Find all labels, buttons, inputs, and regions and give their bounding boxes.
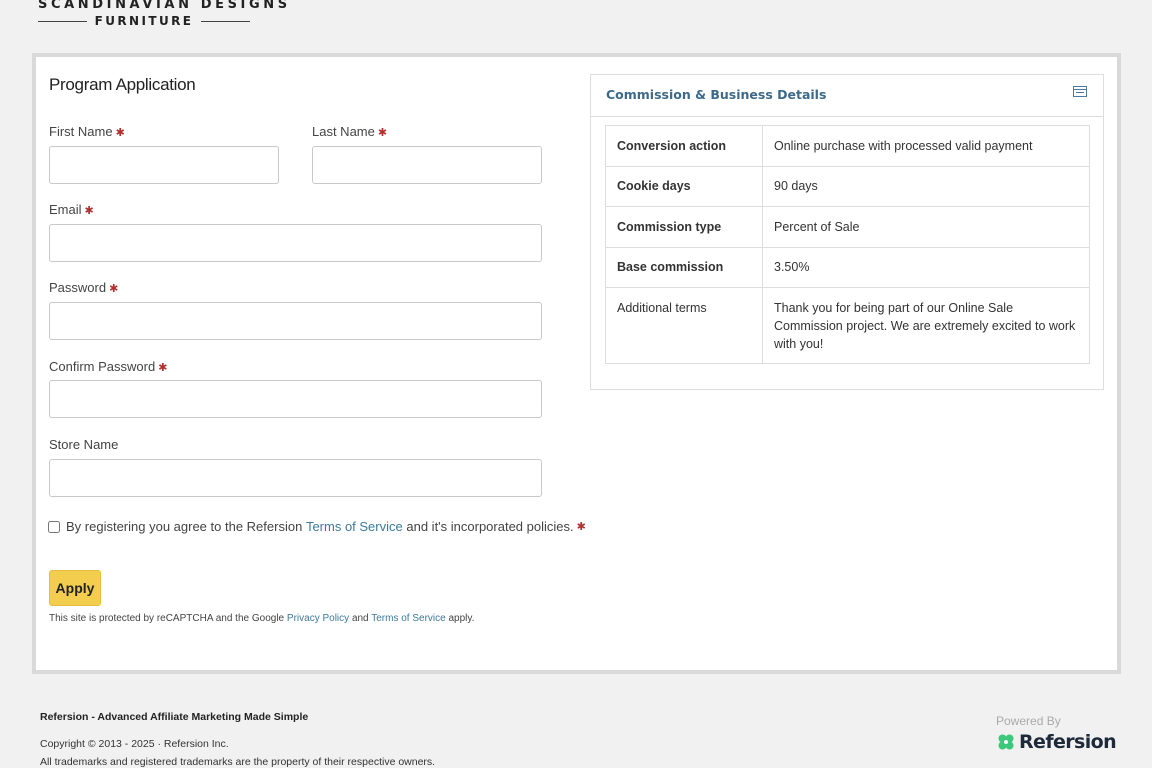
- terms-suffix: and it's incorporated policies.: [406, 519, 574, 534]
- recaptcha-and: and: [351, 613, 369, 624]
- brand-name: SCANDINAVIAN DESIGNS: [38, 0, 291, 12]
- store-name-label: Store Name: [49, 437, 119, 452]
- last-name-label-text: Last Name: [312, 124, 375, 139]
- required-mark: ✱: [576, 521, 586, 533]
- row-key: Cookie days: [605, 165, 763, 207]
- email-label-text: Email: [49, 202, 82, 217]
- privacy-policy-link[interactable]: Privacy Policy: [287, 613, 349, 624]
- panel-header: Commission & Business Details: [591, 75, 1103, 117]
- password-field[interactable]: [49, 302, 542, 340]
- refersion-clover-icon: [998, 734, 1014, 750]
- required-mark: ✱: [377, 127, 388, 139]
- application-card: Program Application First Name ✱ Last Nam…: [32, 53, 1121, 674]
- terms-checkbox[interactable]: [48, 520, 60, 533]
- table-row: Conversion action Online purchase with p…: [605, 125, 1090, 167]
- required-mark: ✱: [109, 283, 119, 295]
- password-label: Password ✱: [49, 280, 118, 295]
- refersion-logo[interactable]: Refersion: [996, 731, 1117, 753]
- brand-subline: FURNITURE: [38, 14, 251, 28]
- first-name-label-text: First Name: [49, 124, 113, 139]
- confirm-password-label: Confirm Password ✱: [49, 359, 167, 374]
- recaptcha-notice: This site is protected by reCAPTCHA and …: [49, 613, 474, 624]
- confirm-password-field[interactable]: [49, 380, 542, 418]
- confirm-password-label-text: Confirm Password: [49, 359, 156, 374]
- store-name-field[interactable]: [49, 459, 542, 497]
- terms-agreement: By registering you agree to the Refersio…: [48, 519, 586, 534]
- footer-copyright: Copyright © 2013 - 2025 · Refersion Inc.: [40, 738, 229, 750]
- brand-divider-left: [38, 20, 87, 22]
- row-value: Online purchase with processed valid pay…: [762, 125, 1090, 167]
- commission-details-panel: Commission & Business Details Conversion…: [590, 74, 1104, 390]
- brand-logo: SCANDINAVIAN DESIGNS FURNITURE: [38, 0, 291, 28]
- footer-trademarks: All trademarks and registered trademarks…: [40, 756, 436, 768]
- brand-subtitle: FURNITURE: [94, 14, 194, 28]
- last-name-field[interactable]: [312, 146, 542, 184]
- powered-by-label: Powered By: [996, 714, 1061, 728]
- row-value: Percent of Sale: [762, 206, 1090, 248]
- row-value: Thank you for being part of our Online S…: [762, 287, 1090, 364]
- brand-divider-right: [201, 20, 251, 22]
- terms-of-service-link[interactable]: Terms of Service: [306, 519, 403, 534]
- table-row: Additional terms Thank you for being par…: [605, 287, 1090, 364]
- apply-button[interactable]: Apply: [49, 570, 101, 606]
- first-name-field[interactable]: [49, 146, 279, 184]
- row-value: 90 days: [762, 165, 1090, 207]
- required-mark: ✱: [158, 362, 168, 374]
- table-row: Base commission 3.50%: [605, 246, 1090, 288]
- recaptcha-suffix: apply.: [448, 613, 475, 624]
- panel-title: Commission & Business Details: [606, 87, 827, 102]
- required-mark: ✱: [84, 205, 94, 217]
- row-key: Base commission: [605, 246, 763, 288]
- row-key: Commission type: [605, 206, 763, 248]
- email-field[interactable]: [49, 224, 542, 262]
- id-card-icon: [1073, 86, 1087, 97]
- last-name-label: Last Name ✱: [312, 124, 387, 139]
- row-key: Additional terms: [605, 287, 763, 364]
- refersion-wordmark: Refersion: [1019, 731, 1117, 753]
- terms-text: By registering you agree to the Refersio…: [66, 519, 303, 534]
- table-row: Commission type Percent of Sale: [605, 206, 1090, 248]
- footer-title: Refersion - Advanced Affiliate Marketing…: [40, 711, 309, 723]
- table-row: Cookie days 90 days: [605, 165, 1090, 207]
- required-mark: ✱: [115, 127, 125, 139]
- first-name-label: First Name ✱: [49, 124, 125, 139]
- commission-details-table: Conversion action Online purchase with p…: [605, 125, 1090, 364]
- password-label-text: Password: [49, 280, 107, 295]
- email-label: Email ✱: [49, 202, 94, 217]
- recaptcha-text: This site is protected by reCAPTCHA and …: [49, 613, 285, 624]
- form-title: Program Application: [49, 75, 196, 94]
- row-value: 3.50%: [762, 246, 1090, 288]
- recaptcha-terms-link[interactable]: Terms of Service: [371, 613, 445, 624]
- row-key: Conversion action: [605, 125, 763, 167]
